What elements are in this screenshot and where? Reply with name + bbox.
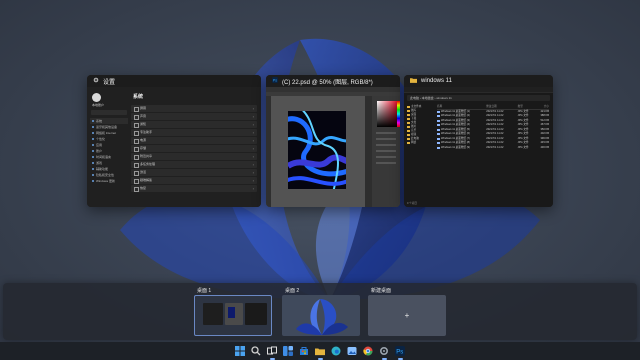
new-desktop-button[interactable]: + [368,295,446,336]
status-bar: 9 个项目 [407,202,417,205]
widgets-icon[interactable] [283,346,294,357]
desktop-thumbnail[interactable] [194,295,272,336]
new-desktop-label[interactable]: 新建桌面 [368,287,446,295]
mini-window-settings [203,303,223,325]
settings-row[interactable]: 声音 [131,113,257,120]
panel-dock[interactable] [365,96,372,207]
settings-sidebar: 本地账户 系统 蓝牙和其他设备 网络和 Internet 个性化 应用 账户 时… [90,91,128,203]
settings-row[interactable]: 专注助手 [131,129,257,136]
settings-row[interactable]: 电源 [131,137,257,144]
color-picker[interactable] [377,101,397,127]
window-photoshop[interactable]: Ps (C) 22.psd @ 50% (图层, RGB/8*) [266,75,400,207]
desktop-2-card[interactable]: 桌面 2 [282,287,360,336]
desktop-label[interactable]: 桌面 2 [282,287,360,295]
settings-content: 系统 屏幕 声音 通知 专注助手 电源 存储 附近共享 多任务处理 激活 疑难解… [131,91,257,203]
plus-icon: + [404,311,410,320]
settings-row[interactable]: 多任务处理 [131,161,257,168]
user-name: 本地账户 [92,103,105,107]
settings-row[interactable]: 屏幕 [131,105,257,112]
settings-row[interactable]: 恢复 [131,185,257,192]
start-icon[interactable] [235,346,246,357]
explorer-toolbar[interactable] [404,87,553,93]
window-title: (C) 22.psd @ 50% (图层, RGB/8*) [282,79,373,86]
window-titlebar[interactable]: 设置 [87,75,261,87]
file-list: 名称 修改日期 类型 大小 Windows 11 桌面壁纸 (1) 2021/7/… [437,105,549,150]
column-header-type[interactable]: 类型 [518,105,536,109]
settings-row[interactable]: 激活 [131,169,257,176]
column-header-name[interactable]: 名称 [437,105,486,109]
page-title: 系统 [133,94,144,100]
sidebar-item-update[interactable]: Windows 更新 [90,178,128,184]
settings-row[interactable]: 附近共享 [131,153,257,160]
window-title: windows 11 [421,78,452,84]
file-name: Windows 11 桌面壁纸 (9) [437,146,486,151]
search-icon[interactable] [251,346,262,357]
desktop-label[interactable]: 桌面 1 [194,287,272,295]
window-file-explorer[interactable]: windows 11 此电脑 › 本地磁盘 › windows 11 主文件夹 … [404,75,553,207]
document-canvas[interactable] [288,111,346,189]
task-view-icon[interactable] [267,346,278,360]
file-explorer-icon[interactable] [315,346,326,360]
mini-window-photoshop [225,303,243,325]
address-bar[interactable]: 此电脑 › 本地磁盘 › windows 11 [407,95,550,101]
column-header-date[interactable]: 修改日期 [486,105,517,109]
photos-icon[interactable] [347,346,358,357]
avatar [92,93,101,102]
file-type: JPG 文件 [517,145,529,149]
settings-row[interactable]: 存储 [131,145,257,152]
settings-icon[interactable] [379,346,390,360]
window-title: 设置 [103,79,116,86]
window-titlebar[interactable]: Ps (C) 22.psd @ 50% (图层, RGB/8*) [266,75,400,87]
gear-icon [93,77,99,85]
taskbar: Ps [0,342,640,360]
new-desktop-card[interactable]: 新建桌面 + [368,287,446,336]
folder-icon [410,77,417,85]
edge-icon[interactable] [331,346,342,357]
settings-search-input[interactable] [91,110,127,115]
column-header-size[interactable]: 大小 [536,105,549,109]
toolbox[interactable] [266,96,271,207]
nav-item[interactable]: 网络 [407,141,432,145]
table-row[interactable]: Windows 11 桌面壁纸 (9) 2021/7/1 11:22 JPG 文件 4… [437,146,549,151]
navigation-pane: 主文件夹 图库 桌面 下载 文档 图片 音乐 视频 此电脑 网络 [407,105,432,203]
svg-text:Ps: Ps [396,350,403,356]
bloom-wallpaper-thumb [296,299,348,335]
desktop-thumbnail[interactable] [282,295,360,336]
svg-text:Ps: Ps [273,79,277,83]
photoshop-icon[interactable]: Ps [395,346,406,360]
desktop-1-card[interactable]: 桌面 1 [194,287,272,336]
settings-row[interactable]: 通知 [131,121,257,128]
window-titlebar[interactable]: windows 11 [404,75,553,87]
file-date: 2021/7/1 11:22 [486,145,504,149]
settings-row[interactable]: 疑难解答 [131,177,257,184]
virtual-desktops-bar: 桌面 1 桌面 2 新建桌面 + [3,283,637,340]
photoshop-icon: Ps [272,77,278,85]
mini-window-explorer [245,303,267,325]
swirl-artwork [288,111,346,189]
chrome-icon[interactable] [363,346,374,357]
file-size: 430 KB [540,145,549,149]
store-icon[interactable] [299,346,310,357]
hue-slider[interactable] [397,101,400,127]
window-settings[interactable]: 设置 本地账户 系统 蓝牙和其他设备 网络和 Internet 个性化 应用 账… [87,75,261,207]
